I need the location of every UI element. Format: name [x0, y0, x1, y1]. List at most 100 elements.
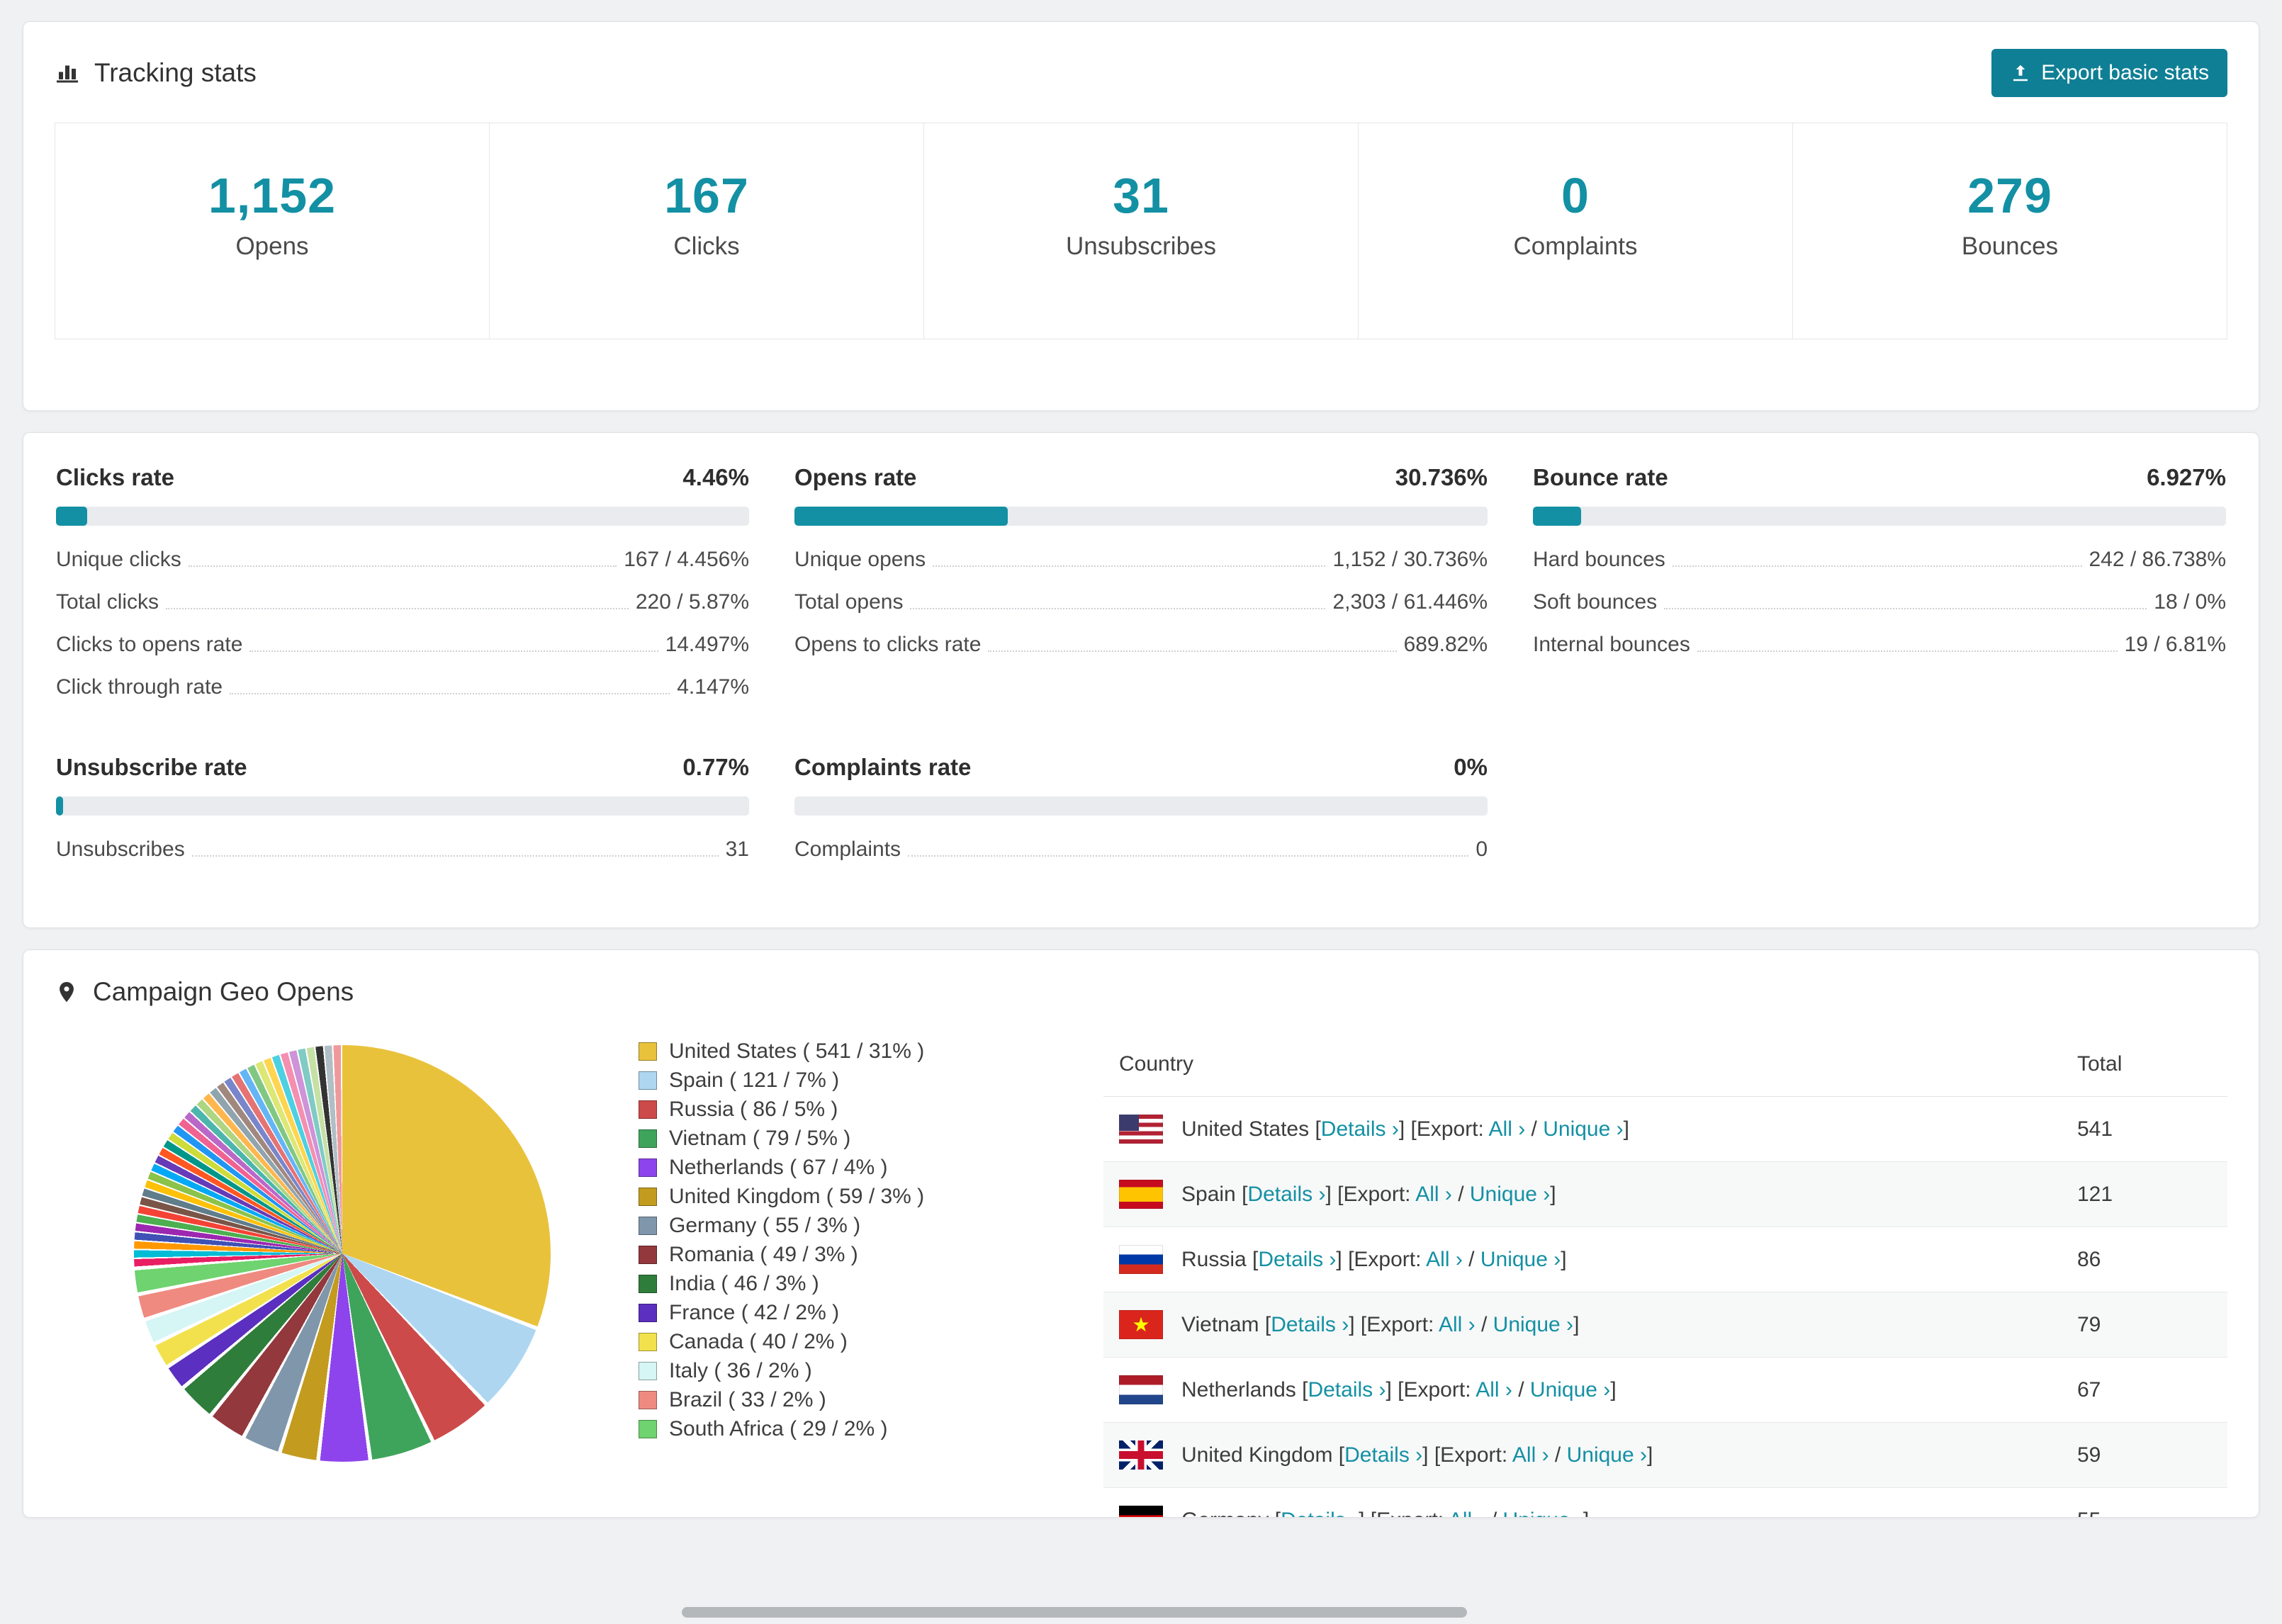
country-name: Germany [1181, 1509, 1275, 1518]
dotted-leader [191, 855, 719, 857]
legend-item-italy: Italy ( 36 / 2% ) [639, 1356, 1035, 1385]
details-link[interactable]: Details › [1258, 1248, 1336, 1271]
legend-swatch [639, 1158, 657, 1177]
rate-title: Opens rate [794, 464, 917, 490]
export-unique-link[interactable]: Unique › [1543, 1117, 1623, 1141]
geo-table-row-netherlands: Netherlands [Details ›] [Export: All › /… [1103, 1358, 2227, 1423]
rate-stat-row: Complaints 0 [794, 828, 1488, 871]
rate-title: Bounce rate [1533, 464, 1668, 490]
geo-header: Campaign Geo Opens [55, 977, 2227, 1007]
legend-item-netherlands: Netherlands ( 67 / 4% ) [639, 1153, 1035, 1182]
stat-row-value: 220 / 5.87% [635, 590, 749, 614]
legend-swatch [639, 1187, 657, 1206]
legend-label: Vietnam ( 79 / 5% ) [669, 1126, 851, 1150]
rates-card: Clicks rate 4.46% Unique clicks 167 / 4.456… [23, 432, 2259, 928]
country-column-header: Country [1119, 1052, 1194, 1076]
legend-swatch [639, 1390, 657, 1409]
stat-cell-complaints: 0 Complaints [1359, 123, 1793, 339]
rate-stat-row: Total clicks 220 / 5.87% [56, 581, 749, 624]
rate-stat-row: Unsubscribes 31 [56, 828, 749, 871]
stat-row-label: Hard bounces [1533, 548, 1665, 571]
details-link[interactable]: Details › [1308, 1378, 1386, 1402]
rate-stat-row: Total opens 2,303 / 61.446% [794, 581, 1488, 624]
geo-table-row-russia: Russia [Details ›] [Export: All › / Uniq… [1103, 1227, 2227, 1292]
export-basic-stats-button[interactable]: Export basic stats [1991, 49, 2227, 97]
rate-value: 6.927% [2147, 464, 2226, 490]
export-all-link[interactable]: All › [1449, 1509, 1485, 1518]
export-unique-link[interactable]: Unique › [1493, 1313, 1573, 1336]
export-all-link[interactable]: All › [1415, 1183, 1452, 1206]
country-total: 541 [2077, 1117, 2113, 1141]
details-link[interactable]: Details › [1271, 1313, 1349, 1336]
stat-row-label: Clicks to opens rate [56, 633, 243, 656]
legend-label: Germany ( 55 / 3% ) [669, 1213, 861, 1237]
details-link[interactable]: Details › [1281, 1509, 1359, 1518]
legend-swatch [639, 1419, 657, 1438]
map-pin-icon [60, 981, 74, 1003]
stat-label: Unsubscribes [1065, 232, 1217, 260]
legend-swatch [639, 1071, 657, 1090]
legend-item-romania: Romania ( 49 / 3% ) [639, 1240, 1035, 1269]
details-link[interactable]: Details › [1247, 1183, 1325, 1206]
geo-opens-pie-chart[interactable] [134, 1045, 551, 1462]
stat-value: 0 [1561, 168, 1590, 223]
legend-label: United Kingdom ( 59 / 3% ) [669, 1184, 925, 1208]
legend-swatch [639, 1245, 657, 1264]
legend-label: Romania ( 49 / 3% ) [669, 1242, 858, 1266]
export-unique-link[interactable]: Unique › [1567, 1443, 1647, 1467]
legend-swatch [639, 1332, 657, 1351]
dotted-leader [249, 650, 658, 652]
progress-bar-fill [56, 796, 63, 816]
legend-item-france: France ( 42 / 2% ) [639, 1298, 1035, 1327]
rate-value: 30.736% [1395, 464, 1488, 490]
progress-bar [56, 507, 749, 526]
rate-block-unsubscribe-rate: Unsubscribe rate 0.77% Unsubscribes 31 [56, 754, 749, 871]
dotted-leader [908, 855, 1469, 857]
progress-bar-fill [56, 507, 87, 526]
legend-swatch [639, 1216, 657, 1235]
bar-chart-icon [57, 65, 78, 83]
country-total: 79 [2077, 1312, 2101, 1336]
rate-stat-row: Unique clicks 167 / 4.456% [56, 538, 749, 581]
stat-cell-unsubscribes: 31 Unsubscribes [924, 123, 1359, 339]
dotted-leader [910, 608, 1326, 609]
rate-stat-row: Opens to clicks rate 689.82% [794, 624, 1488, 666]
details-link[interactable]: Details › [1321, 1117, 1399, 1141]
legend-label: Italy ( 36 / 2% ) [669, 1358, 812, 1382]
geo-table-body: United States [Details ›] [Export: All ›… [1103, 1097, 2227, 1517]
country-name: Netherlands [1181, 1377, 1303, 1402]
legend-label: Brazil ( 33 / 2% ) [669, 1387, 826, 1411]
legend-item-vietnam: Vietnam ( 79 / 5% ) [639, 1124, 1035, 1153]
rate-stat-row: Unique opens 1,152 / 30.736% [794, 538, 1488, 581]
country-name: Vietnam [1181, 1312, 1265, 1336]
stat-value: 1,152 [208, 168, 337, 223]
export-unique-link[interactable]: Unique › [1503, 1509, 1583, 1518]
dotted-leader [988, 650, 1397, 652]
legend-item-russia: Russia ( 86 / 5% ) [639, 1095, 1035, 1124]
export-all-link[interactable]: All › [1489, 1117, 1526, 1141]
stat-row-label: Complaints [794, 838, 901, 861]
legend-item-united-states: United States ( 541 / 31% ) [639, 1037, 1035, 1066]
details-link[interactable]: Details › [1344, 1443, 1422, 1467]
legend-item-south-africa: South Africa ( 29 / 2% ) [639, 1414, 1035, 1443]
legend-item-spain: Spain ( 121 / 7% ) [639, 1066, 1035, 1095]
export-all-link[interactable]: All › [1439, 1313, 1476, 1336]
geo-title-text: Campaign Geo Opens [93, 977, 354, 1006]
stat-row-label: Opens to clicks rate [794, 633, 982, 656]
rate-value: 0% [1454, 754, 1488, 780]
rate-block-clicks-rate: Clicks rate 4.46% Unique clicks 167 / 4.456… [56, 464, 749, 709]
export-all-link[interactable]: All › [1426, 1248, 1463, 1271]
export-all-link[interactable]: All › [1476, 1378, 1512, 1402]
export-unique-link[interactable]: Unique › [1470, 1183, 1550, 1206]
country-flag-icon [1119, 1506, 1163, 1517]
horizontal-scrollbar-thumb[interactable] [682, 1607, 1467, 1618]
legend-label: United States ( 541 / 31% ) [669, 1039, 925, 1063]
legend-label: South Africa ( 29 / 2% ) [669, 1416, 888, 1440]
country-flag-icon [1119, 1180, 1163, 1209]
export-all-link[interactable]: All › [1512, 1443, 1549, 1467]
stat-value: 279 [1967, 168, 2052, 223]
campaign-geo-opens-card: Campaign Geo Opens United States ( 541 /… [23, 949, 2259, 1518]
export-unique-link[interactable]: Unique › [1480, 1248, 1561, 1271]
export-unique-link[interactable]: Unique › [1530, 1378, 1610, 1402]
stat-cell-bounces: 279 Bounces [1793, 123, 2227, 339]
